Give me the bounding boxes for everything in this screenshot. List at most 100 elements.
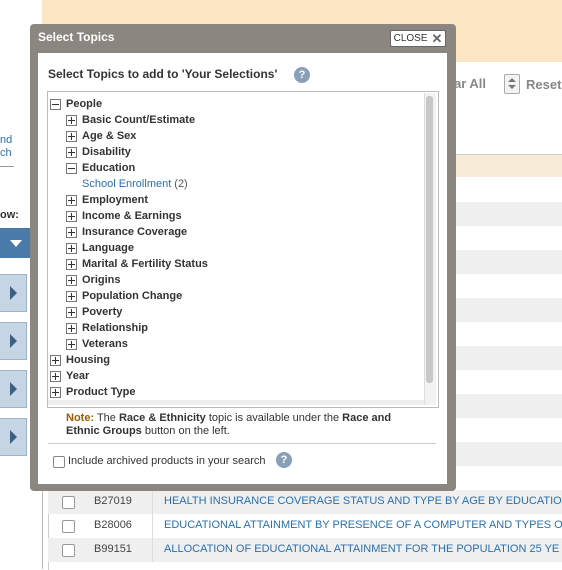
note-label: Note:	[66, 412, 95, 424]
tree-item[interactable]: Relationship	[66, 322, 148, 334]
tree-item[interactable]: Basic Count/Estimate	[66, 114, 195, 126]
tree-item-label: People	[66, 98, 103, 110]
expand-icon[interactable]	[66, 130, 77, 142]
arrow-right-icon	[10, 334, 17, 348]
tree-item-label: Disability	[82, 146, 131, 158]
tree-item[interactable]: School Enrollment (2)	[82, 178, 188, 190]
table-row[interactable]: B27019 HEALTH INSURANCE COVERAGE STATUS A…	[48, 490, 562, 514]
left-divider	[0, 166, 14, 167]
tree-item-label: Population Change	[82, 290, 183, 302]
left-nav-button-2[interactable]	[0, 322, 27, 360]
left-show-label: ow:	[0, 209, 19, 221]
row-checkbox[interactable]	[62, 544, 75, 557]
expand-icon[interactable]	[66, 290, 77, 302]
include-archived-label[interactable]: Include archived products in your search	[68, 455, 266, 467]
tree-item[interactable]: Education	[66, 162, 135, 174]
left-dropdown-button[interactable]	[0, 228, 30, 258]
dialog-divider	[48, 443, 436, 444]
left-nav-button-1[interactable]	[0, 274, 27, 312]
row-id: B27019	[94, 495, 132, 507]
expand-icon[interactable]	[66, 226, 77, 238]
dialog-title: Select Topics	[38, 30, 115, 44]
tree-item-label: Relationship	[82, 322, 149, 334]
tree-item[interactable]: Disability	[66, 146, 131, 158]
tree-item[interactable]: Poverty	[66, 306, 122, 318]
left-link-2[interactable]: ch	[0, 147, 12, 159]
collapse-icon[interactable]	[66, 162, 77, 174]
tree-item-label[interactable]: School Enrollment	[82, 178, 171, 190]
tree-item-label: Marital & Fertility Status	[82, 258, 208, 270]
expand-icon[interactable]	[66, 274, 77, 286]
expand-icon[interactable]	[66, 194, 77, 206]
close-button[interactable]: CLOSE ✕	[390, 30, 446, 47]
row-checkbox[interactable]	[62, 520, 75, 533]
tree-item[interactable]: Age & Sex	[66, 130, 136, 142]
tree-item[interactable]: Housing	[50, 354, 110, 366]
row-title-link[interactable]: EDUCATIONAL ATTAINMENT BY PRESENCE OF A …	[164, 519, 562, 531]
note-text: topic is available under the	[205, 412, 343, 424]
sort-icon	[504, 74, 520, 94]
tree-item[interactable]: Veterans	[66, 338, 128, 350]
tree-item[interactable]: Income & Earnings	[66, 210, 182, 222]
close-label: CLOSE	[393, 33, 428, 44]
expand-icon[interactable]	[66, 146, 77, 158]
expand-icon[interactable]	[66, 210, 77, 222]
help-icon[interactable]: ?	[294, 67, 310, 83]
tree-item-label: Education	[82, 162, 136, 174]
tree-item[interactable]: Marital & Fertility Status	[66, 258, 208, 270]
tree-item[interactable]: Language	[66, 242, 134, 254]
tree-item-label: Veterans	[82, 338, 128, 350]
table-row[interactable]: B99151 ALLOCATION OF EDUCATIONAL ATTAINME…	[48, 538, 562, 562]
arrow-right-icon	[10, 382, 17, 396]
expand-icon[interactable]	[66, 322, 77, 334]
expand-icon[interactable]	[66, 338, 77, 350]
collapse-icon[interactable]	[50, 98, 61, 110]
tree-item[interactable]: Insurance Coverage	[66, 226, 187, 238]
tree-item-label: Basic Count/Estimate	[82, 114, 196, 126]
left-nav-button-3[interactable]	[0, 370, 27, 408]
chevron-down-icon	[10, 240, 22, 247]
tree-item[interactable]: Employment	[66, 194, 148, 206]
expand-icon[interactable]	[66, 306, 77, 318]
row-id: B99151	[94, 543, 132, 555]
row-title-link[interactable]: HEALTH INSURANCE COVERAGE STATUS AND TYP…	[164, 495, 562, 507]
help-icon[interactable]: ?	[276, 452, 292, 468]
tree-item-label: Income & Earnings	[82, 210, 182, 222]
tree-item-label: Year	[66, 370, 90, 382]
note-topic-name: Race & Ethnicity	[118, 412, 206, 424]
column-divider	[152, 538, 153, 562]
tree-item-label: Poverty	[82, 306, 123, 318]
expand-icon[interactable]	[50, 386, 61, 398]
row-checkbox[interactable]	[62, 496, 75, 509]
tree-item[interactable]: Origins	[66, 274, 121, 286]
tree-item-count: (2)	[174, 178, 188, 190]
expand-icon[interactable]	[66, 242, 77, 254]
column-divider	[152, 514, 153, 538]
tree-item[interactable]: Population Change	[66, 290, 182, 302]
row-id: B28006	[94, 519, 132, 531]
tree-item[interactable]: Product Type	[50, 386, 135, 398]
include-archived-checkbox[interactable]	[53, 456, 65, 468]
race-ethnicity-note: Note: The Race & Ethnicity topic is avai…	[66, 412, 416, 438]
expand-icon[interactable]	[66, 258, 77, 270]
left-nav-button-4[interactable]	[0, 418, 27, 456]
arrow-right-icon	[10, 430, 17, 444]
tree-item-label: Language	[82, 242, 134, 254]
expand-icon[interactable]	[66, 114, 77, 126]
expand-icon[interactable]	[50, 370, 61, 382]
column-divider	[152, 490, 153, 514]
tree-item-label: Origins	[82, 274, 121, 286]
tree-item-label: Housing	[66, 354, 110, 366]
tree-item[interactable]: People	[50, 98, 102, 110]
row-title-link[interactable]: ALLOCATION OF EDUCATIONAL ATTAINMENT FOR…	[164, 543, 559, 555]
expand-icon[interactable]	[50, 354, 61, 366]
table-row[interactable]: B28006 EDUCATIONAL ATTAINMENT BY PRESENCE…	[48, 514, 562, 538]
reset-button[interactable]: Reset	[504, 74, 561, 94]
tree-horizontal-scrollbar[interactable]	[48, 400, 424, 405]
tree-item[interactable]: Year	[50, 370, 89, 382]
tree-item-label: Product Type	[66, 386, 136, 398]
close-icon: ✕	[431, 30, 443, 46]
tree-scroll-thumb[interactable]	[426, 96, 433, 383]
clear-all-button[interactable]: ar All	[454, 76, 486, 91]
left-link-1[interactable]: nd	[0, 134, 12, 146]
